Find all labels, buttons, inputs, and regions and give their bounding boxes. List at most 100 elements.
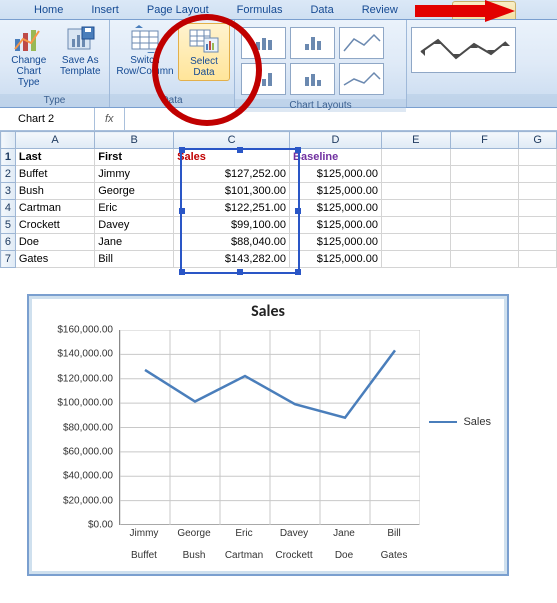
- row-header[interactable]: 7: [1, 251, 16, 268]
- legend-label: Sales: [463, 416, 491, 428]
- cell[interactable]: Jane: [95, 234, 174, 251]
- cell[interactable]: [519, 166, 557, 183]
- cell[interactable]: Cartman: [15, 200, 94, 217]
- cell[interactable]: $101,300.00: [174, 183, 290, 200]
- cell[interactable]: $99,100.00: [174, 217, 290, 234]
- cell[interactable]: [381, 200, 450, 217]
- cell[interactable]: Gates: [15, 251, 94, 268]
- table-row: 4CartmanEric$122,251.00$125,000.00: [1, 200, 557, 217]
- cell[interactable]: [450, 149, 519, 166]
- cell[interactable]: [381, 251, 450, 268]
- chart-layout-thumb[interactable]: [339, 63, 384, 95]
- cell[interactable]: $88,040.00: [174, 234, 290, 251]
- cell[interactable]: [450, 217, 519, 234]
- cell[interactable]: [450, 234, 519, 251]
- cell[interactable]: Bush: [15, 183, 94, 200]
- cell[interactable]: First: [95, 149, 174, 166]
- chart-layout-thumb[interactable]: [241, 63, 286, 95]
- cell[interactable]: George: [95, 183, 174, 200]
- x-tick-label: GeorgeBush: [169, 528, 219, 561]
- cell[interactable]: [450, 166, 519, 183]
- row-header[interactable]: 3: [1, 183, 16, 200]
- col-header[interactable]: D: [290, 132, 382, 149]
- chart-layout-thumb[interactable]: [339, 27, 384, 59]
- cell[interactable]: Davey: [95, 217, 174, 234]
- tab-data[interactable]: Data: [296, 1, 347, 19]
- cell[interactable]: [450, 200, 519, 217]
- cell[interactable]: Bill: [95, 251, 174, 268]
- ribbon-group-styles-label: [407, 94, 557, 107]
- cell[interactable]: $125,000.00: [290, 234, 382, 251]
- cell[interactable]: [519, 149, 557, 166]
- cell[interactable]: Last: [15, 149, 94, 166]
- chart-style-thumb[interactable]: [411, 27, 516, 73]
- cell[interactable]: [519, 217, 557, 234]
- cell[interactable]: [519, 183, 557, 200]
- y-tick-label: $120,000.00: [29, 373, 113, 384]
- cell[interactable]: $143,282.00: [174, 251, 290, 268]
- y-tick-label: $160,000.00: [29, 325, 113, 336]
- cell[interactable]: [381, 183, 450, 200]
- cell[interactable]: Eric: [95, 200, 174, 217]
- save-as-template-label: Save AsTemplate: [60, 55, 101, 77]
- cell[interactable]: $125,000.00: [290, 166, 382, 183]
- fx-icon[interactable]: fx: [95, 108, 125, 130]
- cell[interactable]: Crockett: [15, 217, 94, 234]
- cell[interactable]: [381, 217, 450, 234]
- cell[interactable]: [381, 166, 450, 183]
- tab-design[interactable]: Design: [452, 1, 516, 19]
- select-data-label: SelectData: [190, 56, 218, 78]
- embedded-chart[interactable]: Sales $0.00$20,000.00$40,000.00$60,000.0…: [28, 295, 508, 575]
- row-header[interactable]: 5: [1, 217, 16, 234]
- tab-review[interactable]: Review: [348, 1, 412, 19]
- switch-row-column-button[interactable]: SwitchRow/Column: [114, 23, 176, 81]
- ribbon-group-type-label: Type: [0, 94, 109, 107]
- chart-legend[interactable]: Sales: [429, 416, 491, 428]
- cell[interactable]: $125,000.00: [290, 200, 382, 217]
- table-row: 3BushGeorge$101,300.00$125,000.00: [1, 183, 557, 200]
- col-header[interactable]: A: [15, 132, 94, 149]
- cell[interactable]: Buffet: [15, 166, 94, 183]
- col-header[interactable]: C: [174, 132, 290, 149]
- chart-title[interactable]: Sales: [29, 302, 507, 321]
- cell[interactable]: $127,252.00: [174, 166, 290, 183]
- cell[interactable]: [519, 234, 557, 251]
- cell[interactable]: Jimmy: [95, 166, 174, 183]
- y-tick-label: $40,000.00: [29, 471, 113, 482]
- cell[interactable]: [450, 251, 519, 268]
- cell[interactable]: $125,000.00: [290, 217, 382, 234]
- cell[interactable]: Doe: [15, 234, 94, 251]
- col-header[interactable]: E: [381, 132, 450, 149]
- cell[interactable]: [381, 234, 450, 251]
- col-header[interactable]: F: [450, 132, 519, 149]
- tab-home[interactable]: Home: [20, 1, 77, 19]
- chart-layout-thumb[interactable]: [290, 63, 335, 95]
- name-box[interactable]: Chart 2: [0, 108, 95, 130]
- select-data-button[interactable]: SelectData: [178, 23, 230, 81]
- col-header[interactable]: G: [519, 132, 557, 149]
- chart-layout-thumb[interactable]: [241, 27, 286, 59]
- row-header[interactable]: 4: [1, 200, 16, 217]
- col-header[interactable]: B: [95, 132, 174, 149]
- row-header[interactable]: 6: [1, 234, 16, 251]
- change-chart-type-button[interactable]: ChangeChart Type: [4, 23, 54, 90]
- select-all[interactable]: [1, 132, 16, 149]
- cell[interactable]: [519, 251, 557, 268]
- cell[interactable]: [519, 200, 557, 217]
- chart-layout-thumb[interactable]: [290, 27, 335, 59]
- row-header[interactable]: 1: [1, 149, 16, 166]
- cell[interactable]: [450, 183, 519, 200]
- cell[interactable]: [381, 149, 450, 166]
- tab-page-layout[interactable]: Page Layout: [133, 1, 223, 19]
- table-row: 6DoeJane$88,040.00$125,000.00: [1, 234, 557, 251]
- cell[interactable]: $125,000.00: [290, 251, 382, 268]
- cell[interactable]: Sales: [174, 149, 290, 166]
- row-header[interactable]: 2: [1, 166, 16, 183]
- tab-insert[interactable]: Insert: [77, 1, 133, 19]
- cell[interactable]: Baseline: [290, 149, 382, 166]
- cell[interactable]: $122,251.00: [174, 200, 290, 217]
- tab-formulas[interactable]: Formulas: [223, 1, 297, 19]
- cell[interactable]: $125,000.00: [290, 183, 382, 200]
- worksheet[interactable]: A B C D E F G 1 Last First Sales Baselin…: [0, 131, 557, 268]
- save-as-template-button[interactable]: Save AsTemplate: [56, 23, 106, 90]
